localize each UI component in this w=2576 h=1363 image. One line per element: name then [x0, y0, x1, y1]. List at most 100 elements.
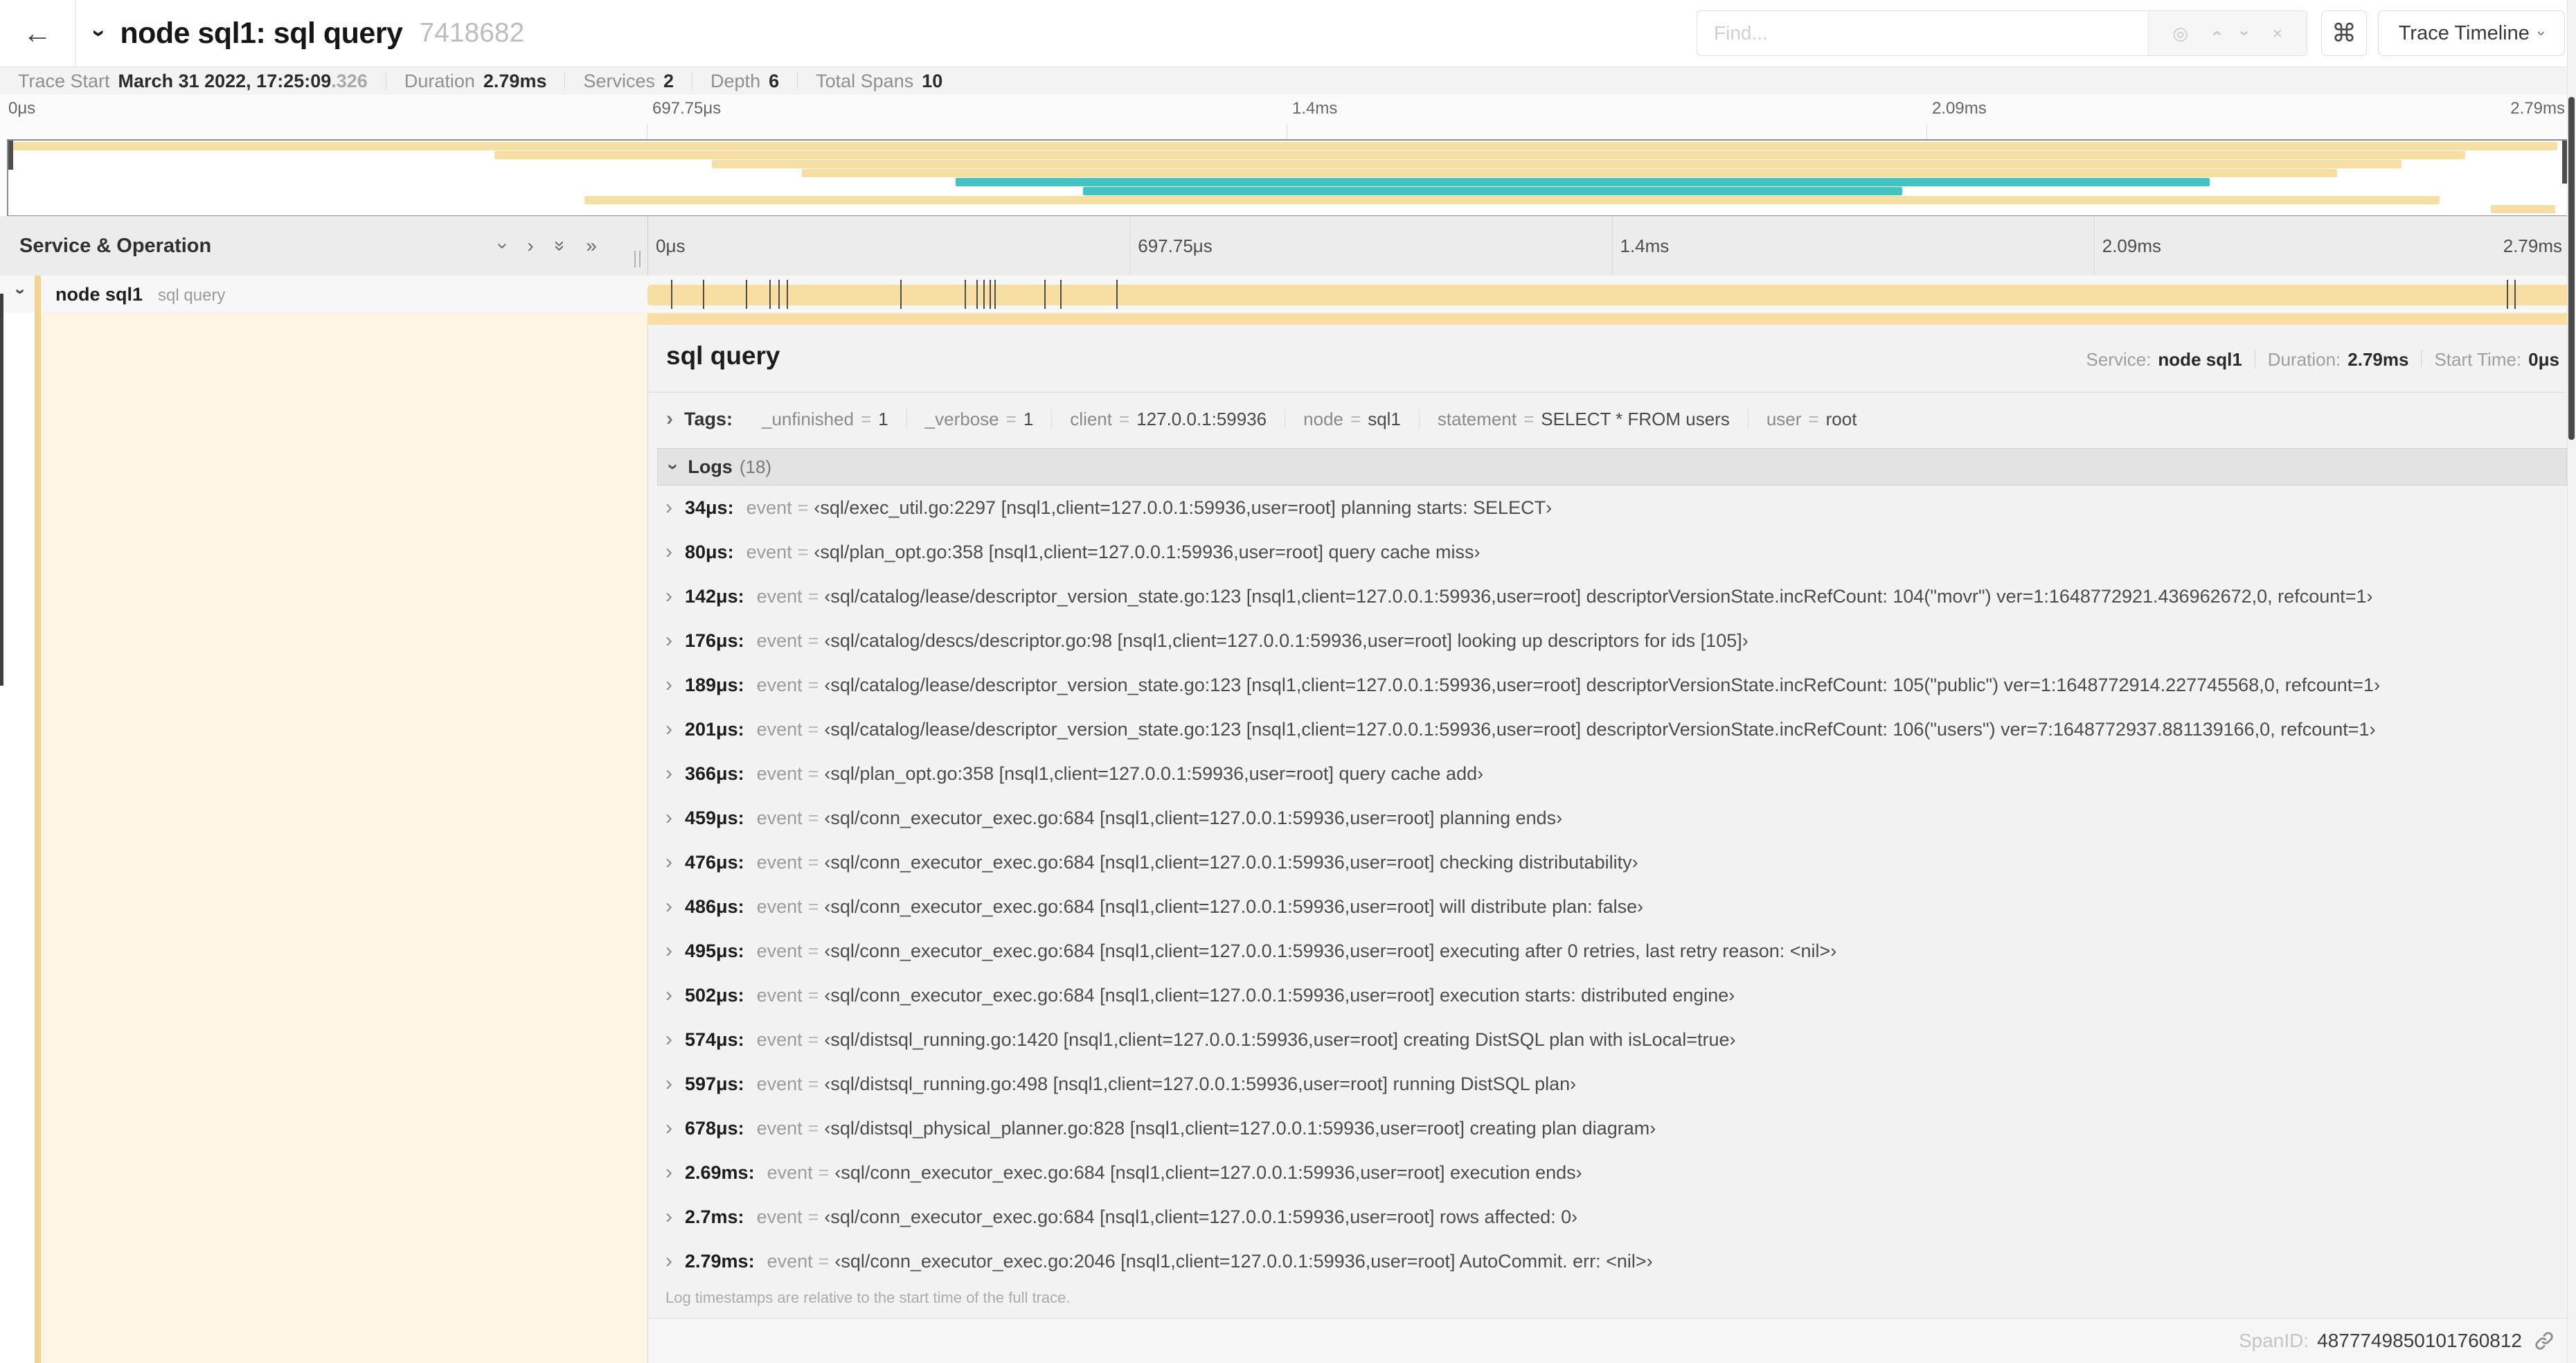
detail-meta-item: Duration: 2.79ms: [2254, 349, 2422, 370]
log-entry-row[interactable]: › 176μs: event = ‹sql/catalog/descs/desc…: [657, 618, 2567, 663]
tag-item: user = root: [1747, 409, 1875, 429]
span-row-name[interactable]: node sql1 sql query: [55, 276, 225, 313]
tags-row[interactable]: › Tags: _unfinished = 1 _verbose = 1 cli…: [666, 400, 1875, 438]
log-expand-icon[interactable]: ›: [665, 1074, 672, 1094]
service-operation-header: Service & Operation: [19, 234, 212, 257]
log-expand-icon[interactable]: ›: [665, 719, 672, 740]
summary-item: Trace Start March 31 2022, 17:25:09 .326: [0, 71, 386, 91]
collapse-one-icon[interactable]: ›: [493, 242, 515, 249]
tag-item: _unfinished = 1: [744, 409, 906, 429]
span-row-node-sql1[interactable]: › node sql1 sql query: [0, 276, 2576, 313]
log-expand-icon[interactable]: ›: [665, 630, 672, 651]
log-tick: [2514, 280, 2516, 309]
log-value: ‹sql/plan_opt.go:358 [nsql1,client=127.0…: [824, 763, 1484, 784]
log-entry-row[interactable]: › 366μs: event = ‹sql/plan_opt.go:358 [n…: [657, 751, 2567, 796]
log-expand-icon[interactable]: ›: [665, 497, 672, 518]
expand-all-icon[interactable]: »: [586, 236, 597, 256]
detail-meta-item: Service: node sql1: [2074, 349, 2255, 370]
log-expand-icon[interactable]: ›: [665, 675, 672, 695]
span-duration-bar[interactable]: [647, 280, 2576, 309]
command-icon: ⌘: [2332, 19, 2356, 47]
log-entry-row[interactable]: › 459μs: event = ‹sql/conn_executor_exec…: [657, 796, 2567, 840]
log-expand-icon[interactable]: ›: [665, 586, 672, 607]
back-button[interactable]: ←: [0, 0, 75, 66]
next-match-icon[interactable]: ›: [2235, 30, 2255, 37]
focus-match-icon[interactable]: ◎: [2173, 23, 2189, 44]
minimap-span: [584, 196, 2440, 204]
log-expand-icon[interactable]: ›: [665, 808, 672, 828]
log-tick: [778, 280, 780, 309]
log-value: ‹sql/catalog/lease/descriptor_version_st…: [824, 674, 2381, 695]
tag-item: statement = SELECT * FROM users: [1418, 408, 1748, 429]
scrollbar-thumb[interactable]: [2568, 97, 2575, 440]
log-entry-row[interactable]: › 486μs: event = ‹sql/conn_executor_exec…: [657, 884, 2567, 929]
log-equals: =: [807, 851, 819, 873]
log-expand-icon[interactable]: ›: [665, 852, 672, 873]
log-expand-icon[interactable]: ›: [665, 1118, 672, 1139]
log-expand-icon[interactable]: ›: [665, 985, 672, 1006]
collapse-all-icon[interactable]: »: [549, 240, 571, 251]
log-timestamp: 34μs:: [685, 497, 734, 518]
summary-value: 10: [922, 70, 943, 91]
meta-label: Start Time:: [2434, 348, 2522, 370]
tags-expand-icon[interactable]: ›: [666, 409, 673, 429]
log-timestamp: 459μs:: [685, 807, 744, 828]
selected-row-highlight: [41, 313, 647, 1363]
log-expand-icon[interactable]: ›: [665, 896, 672, 917]
logs-header[interactable]: › Logs (18): [657, 448, 2567, 485]
log-field-name: event: [756, 763, 803, 784]
collapse-trace-header-icon[interactable]: ›: [87, 29, 113, 37]
log-expand-icon[interactable]: ›: [665, 763, 672, 784]
log-expand-icon[interactable]: ›: [665, 1029, 672, 1050]
trace-view-select[interactable]: Trace Timeline ›: [2378, 10, 2565, 56]
log-tick: [976, 280, 978, 309]
log-entry-row[interactable]: › 502μs: event = ‹sql/conn_executor_exec…: [657, 973, 2567, 1017]
log-entry-row[interactable]: › 2.7ms: event = ‹sql/conn_executor_exec…: [657, 1195, 2567, 1239]
left-edge-scrollbar[interactable]: [0, 294, 3, 686]
log-value: ‹sql/conn_executor_exec.go:684 [nsql1,cl…: [834, 1161, 1582, 1183]
column-resizer[interactable]: [634, 251, 641, 267]
tag-value: SELECT * FROM users: [1541, 408, 1730, 429]
log-expand-icon[interactable]: ›: [665, 1251, 672, 1272]
log-entries: › 34μs: event = ‹sql/exec_util.go:2297 […: [657, 485, 2567, 1283]
log-value: ‹sql/distsql_physical_planner.go:828 [ns…: [824, 1117, 1656, 1139]
log-expand-icon[interactable]: ›: [665, 1206, 672, 1227]
log-tick: [900, 280, 902, 309]
deep-link-icon[interactable]: [2533, 1330, 2555, 1352]
keyboard-shortcuts-button[interactable]: ⌘: [2321, 10, 2367, 56]
prev-match-icon[interactable]: ›: [2205, 30, 2226, 37]
log-entry-row[interactable]: › 2.69ms: event = ‹sql/conn_executor_exe…: [657, 1150, 2567, 1195]
selected-span-bar[interactable]: [647, 313, 2576, 325]
log-entry-row[interactable]: › 80μs: event = ‹sql/plan_opt.go:358 [ns…: [657, 530, 2567, 574]
log-expand-icon[interactable]: ›: [665, 542, 672, 562]
log-expand-icon[interactable]: ›: [665, 1162, 672, 1183]
timeline-minimap[interactable]: 0μs 697.75μs 1.4ms 2.09ms 2.79ms: [0, 95, 2576, 217]
log-expand-icon[interactable]: ›: [665, 941, 672, 961]
log-timestamp: 2.69ms:: [685, 1161, 755, 1183]
log-equals: =: [797, 541, 809, 562]
find-input[interactable]: [1697, 11, 2148, 55]
minimap-canvas[interactable]: [7, 139, 2569, 217]
clear-search-icon[interactable]: ×: [2272, 23, 2282, 44]
log-entry-row[interactable]: › 597μs: event = ‹sql/distsql_running.go…: [657, 1062, 2567, 1106]
log-entry-row[interactable]: › 189μs: event = ‹sql/catalog/lease/desc…: [657, 663, 2567, 707]
log-entry-row[interactable]: › 495μs: event = ‹sql/conn_executor_exec…: [657, 929, 2567, 973]
log-field-name: event: [746, 497, 792, 518]
log-entry-row[interactable]: › 678μs: event = ‹sql/distsql_physical_p…: [657, 1106, 2567, 1150]
row-collapse-icon[interactable]: ›: [10, 289, 31, 295]
vertical-scrollbar[interactable]: [2567, 0, 2576, 1363]
summary-label: Services: [583, 70, 655, 91]
viewport-left-handle[interactable]: [8, 141, 13, 170]
expand-one-icon[interactable]: ›: [527, 236, 533, 256]
log-entry-row[interactable]: › 574μs: event = ‹sql/distsql_running.go…: [657, 1017, 2567, 1062]
log-entry-row[interactable]: › 201μs: event = ‹sql/catalog/lease/desc…: [657, 707, 2567, 751]
log-entry-row[interactable]: › 2.79ms: event = ‹sql/conn_executor_exe…: [657, 1239, 2567, 1283]
log-equals: =: [807, 896, 819, 917]
log-entry-row[interactable]: › 34μs: event = ‹sql/exec_util.go:2297 […: [657, 485, 2567, 530]
log-entry-row[interactable]: › 142μs: event = ‹sql/catalog/lease/desc…: [657, 574, 2567, 618]
logs-collapse-icon[interactable]: ›: [663, 463, 685, 470]
log-tick: [1044, 280, 1046, 309]
tag-equals: =: [1005, 408, 1017, 429]
chevron-down-icon: ›: [2533, 30, 2551, 36]
log-entry-row[interactable]: › 476μs: event = ‹sql/conn_executor_exec…: [657, 840, 2567, 884]
